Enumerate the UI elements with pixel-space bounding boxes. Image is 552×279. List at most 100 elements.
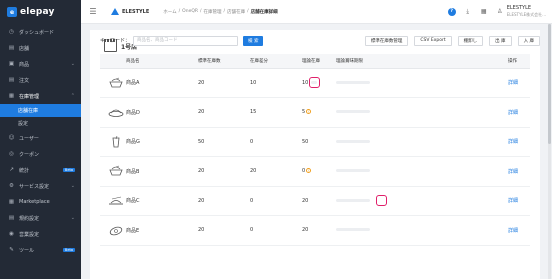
breadcrumb-item[interactable]: 在庫管理 [204,9,222,15]
sidebar-item[interactable]: ▤ 店舗 [0,40,81,56]
redacted-value [311,81,318,85]
standard-stock: 50 [198,127,250,157]
detail-link[interactable]: 詳細 [508,228,518,234]
breadcrumb-separator: / [178,9,181,14]
logo[interactable]: e elepay [0,0,81,24]
service-settings-icon: ⚙ [9,183,14,189]
stock-difference: 0 [250,186,302,216]
theoretical-stock-value: 20 [302,227,309,234]
scrollbar-thumb[interactable] [548,24,551,144]
user-icon: ☺ [8,135,15,141]
search-toolbar: キーワード： 検 索 標準在庫数管理 CSV Export 棚卸し出 庫入 庫 [100,35,540,46]
marketplace-icon: ▦ [8,199,15,205]
table-row: 商品A 20 10 10 詳細 [100,68,530,98]
action-button[interactable]: 標準在庫数管理 [364,35,409,46]
sidebar-item-label: 規約設定 [19,215,40,222]
sidebar-item[interactable]: ◉ 営業設定 [0,226,81,242]
action-button[interactable]: 出 庫 [489,35,512,46]
dashboard-icon: ◷ [9,29,14,35]
product-name: 商品C [126,186,198,216]
sidebar-item[interactable]: ▦ 在庫管理 ⌃ [0,88,81,104]
stock-difference: 0 [250,127,302,157]
operation-cell: 詳細 [508,186,530,216]
help-icon[interactable]: ? [447,7,456,16]
grid-icon[interactable]: ▦ [480,8,488,16]
sidebar-submenu: 店舗在庫 設定 [0,104,81,130]
theoretical-stock-value: 10 [302,80,309,87]
detail-link[interactable]: 詳細 [508,169,518,175]
search-button[interactable]: 検 索 [243,35,264,46]
stock-difference: 10 [250,68,302,98]
highlight-box [376,195,387,207]
operation-cell: 詳細 [508,68,530,98]
col-image [100,54,126,69]
redacted-expiry [336,199,370,203]
warning-icon: ! [306,109,312,115]
theoretical-stock-value: 5 [302,109,306,116]
sidebar-menu-lower: ☺ ユーザー ◎ クーポン ↗ 統計 Beta ⚙ サービス設定 ⌄ ▦ Marketplace ▤ 規約… [0,130,81,258]
action-button[interactable]: CSV Export [414,35,452,46]
business-settings-icon: ◉ [9,231,14,237]
sidebar-item-label: サービス設定 [19,183,50,190]
sidebar-item[interactable]: ▤ 注文 [0,72,81,88]
sidebar-item[interactable]: ◎ クーポン [0,146,81,162]
theoretical-expiry [336,97,508,128]
keyword-input[interactable] [133,35,239,46]
breadcrumb-item[interactable]: 店舗在庫 [227,9,245,15]
col-operation: 操作 [508,54,530,69]
theoretical-stock-value: 0 [302,168,306,175]
action-button[interactable]: 入 庫 [517,35,540,46]
hamburger-menu-icon[interactable]: ☰ [81,0,105,24]
sidebar-item[interactable]: ✎ ツール Beta [0,242,81,258]
redacted-expiry [336,169,370,173]
sidebar-item-label: 営業設定 [19,231,40,238]
standard-stock: 20 [198,215,250,246]
breadcrumb-current: 店舗在庫詳細 [250,9,278,15]
logo-mark-icon: e [7,7,17,17]
theoretical-expiry [336,215,508,246]
sidebar-item[interactable]: ☺ ユーザー [0,130,81,146]
detail-link[interactable]: 詳細 [508,139,518,145]
keyword-label: キーワード： [100,38,131,44]
sidebar-item-label: 店舗 [19,45,30,52]
theoretical-stock: 20 [302,215,336,246]
sidebar-subitem[interactable]: 店舗在庫 [0,104,81,117]
order-icon: ▤ [8,77,15,83]
product-thumbnail [100,68,126,98]
sidebar-item[interactable]: ▣ 商品 ⌄ [0,56,81,72]
sidebar-item[interactable]: ↗ 統計 Beta [0,162,81,178]
drink-cup-icon [112,135,120,148]
tools-icon: ✎ [9,247,14,253]
detail-link[interactable]: 詳細 [508,198,518,204]
redacted-expiry [336,139,370,143]
breadcrumb-separator: / [247,9,249,14]
sidebar-item[interactable]: ◷ ダッシュボード [0,24,81,40]
user-menu[interactable]: ♙ ELESTYLE ELESTYLE株式会社... [496,5,546,17]
detail-link[interactable]: 詳細 [508,80,518,86]
scrollbar[interactable] [548,24,551,279]
sidebar-item[interactable]: ⚙ サービス設定 ⌄ [0,178,81,194]
theoretical-expiry [336,156,508,187]
dish-icon [108,109,124,118]
sidebar-item[interactable]: ▦ Marketplace [0,194,81,210]
contract-icon: ▤ [8,215,15,221]
inventory-table: 商品名 標準在庫数 在庫差分 理論在庫 理論賞味期限 操作 商品A 20 10 10 詳… [100,54,530,246]
sidebar-item[interactable]: ▤ 規約設定 ⌄ [0,210,81,226]
product-name: 商品G [126,127,198,157]
standard-stock: 20 [198,68,250,98]
detail-link[interactable]: 詳細 [508,110,518,116]
download-icon[interactable]: ⤓ [464,8,472,16]
breadcrumb-item[interactable]: OneQR [182,9,198,14]
sidebar-item-label: 統計 [19,167,30,174]
chevron-icon: ⌃ [70,93,75,99]
product-thumbnail [100,97,126,128]
theoretical-stock: 20 [302,186,336,216]
sidebar-subitem[interactable]: 設定 [0,117,81,130]
breadcrumb-item[interactable]: ホーム [163,9,176,15]
stock-difference: 20 [250,156,302,187]
theoretical-expiry [336,127,508,157]
sidebar-menu: ◷ ダッシュボード ▤ 店舗 ▣ 商品 ⌄ ▤ 注文 ▦ 在庫管理 ⌃ [0,24,81,104]
sidebar: e elepay ◷ ダッシュボード ▤ 店舗 ▣ 商品 ⌄ ▤ 注文 ▦ 在庫管理 ⌃ 店舗在庫 設定… [0,0,81,279]
table-row: 商品B 20 20 0! 詳細 [100,156,530,187]
action-button[interactable]: 棚卸し [457,35,484,46]
